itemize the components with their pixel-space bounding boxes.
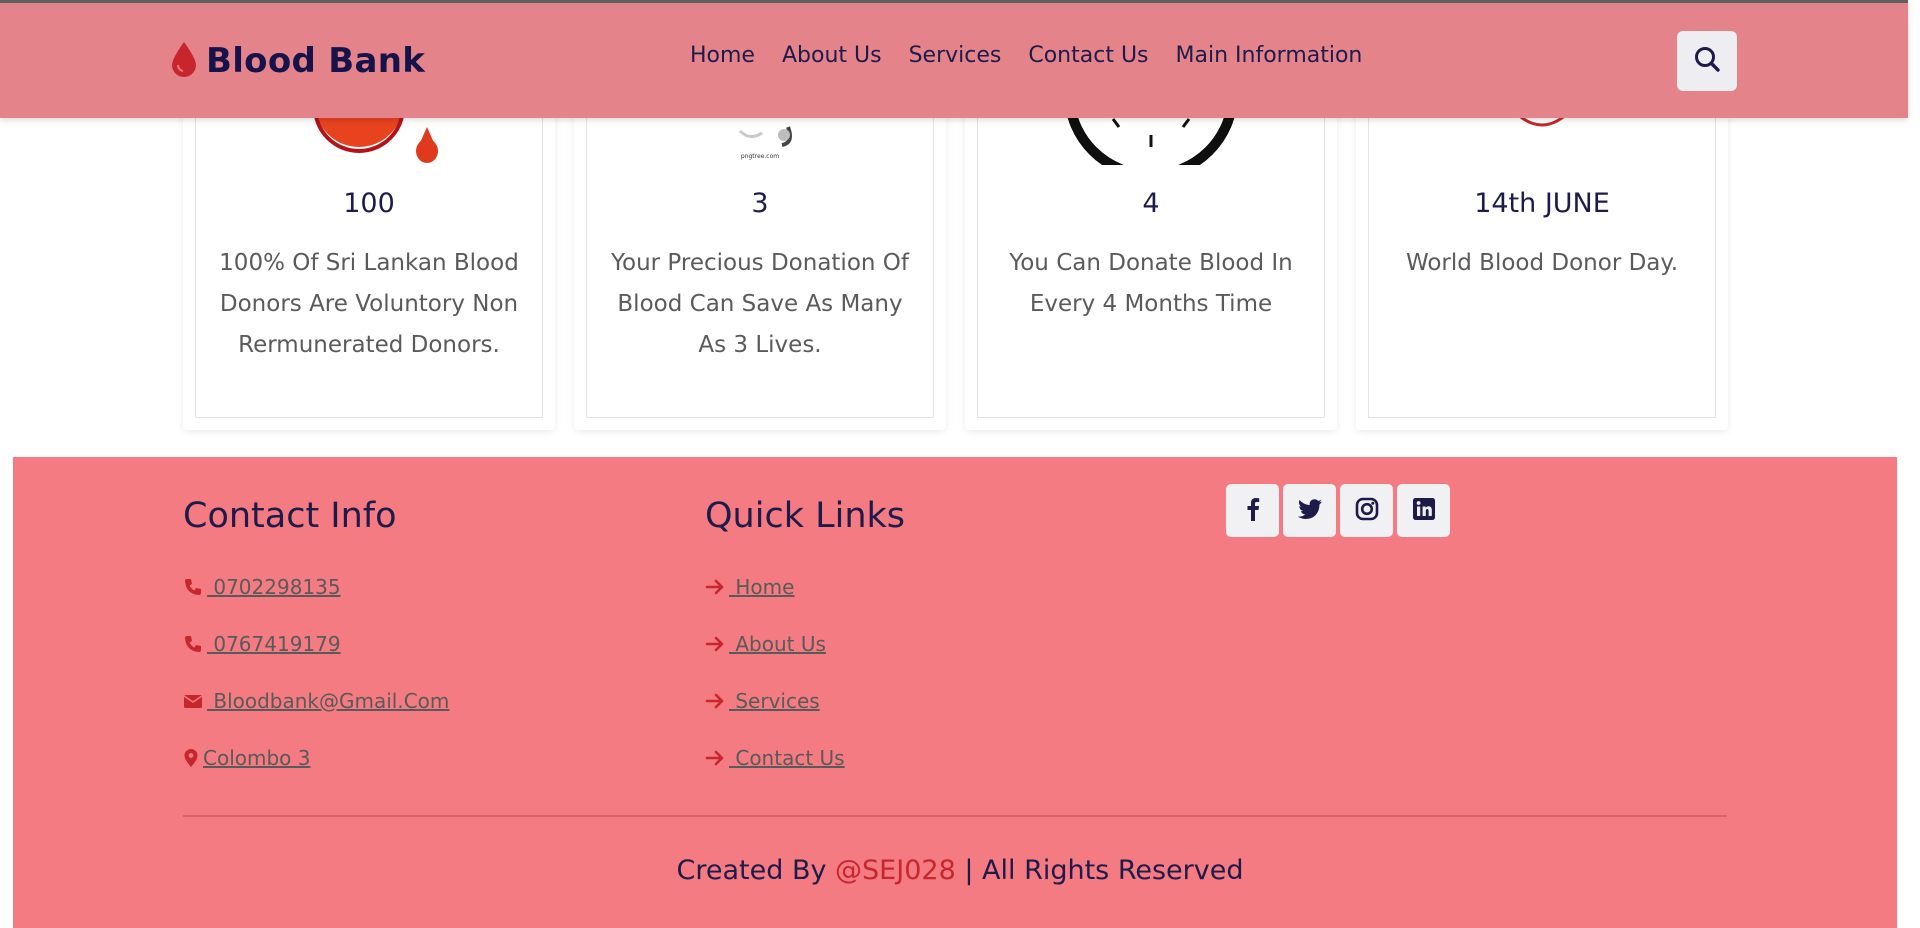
phone-icon [183,634,203,654]
arrow-right-icon [705,634,725,654]
image-caption: pngtree.com [740,153,780,160]
arrow-right-icon [705,691,725,711]
arrow-right-icon [705,577,725,597]
search-icon [1693,45,1721,77]
nav-main-information[interactable]: Main Information [1176,43,1363,68]
footer-divider [183,815,1727,817]
twitter-button[interactable] [1283,484,1336,537]
instagram-icon [1353,495,1381,527]
stat-description: Your Precious Donation Of Blood Can Save… [611,250,909,358]
instagram-button[interactable] [1340,484,1393,537]
social-links [1226,484,1454,537]
contact-phone-2[interactable]: 0767419179 [183,632,341,656]
stat-card-donor-day: 14th JUNE World Blood Donor Day. [1356,80,1728,430]
blood-drop-icon [170,40,206,82]
contact-address[interactable]: Colombo 3 [183,746,311,770]
credit-prefix: Created By [676,855,836,886]
contact-phone-1[interactable]: 0702298135 [183,575,341,599]
search-button[interactable] [1677,31,1737,91]
stat-value: 14th JUNE [1474,188,1610,219]
nav-about-us[interactable]: About Us [782,43,882,68]
stat-card-lives: pngtree.com 3 Your Precious Donation Of … [574,80,946,430]
contact-phone-text: 0702298135 [207,575,341,599]
stat-value: 100 [343,188,395,219]
stat-card-border: 4 You Can Donate Blood In Every 4 Months… [977,92,1325,418]
linkedin-button[interactable] [1397,484,1450,537]
arrow-right-icon [705,748,725,768]
stat-value: 4 [1142,188,1160,219]
quick-link-about-us[interactable]: About Us [705,632,826,656]
quick-link-text: Contact Us [729,746,845,770]
facebook-button[interactable] [1226,484,1279,537]
linkedin-icon [1410,495,1438,527]
logo-text: Blood Bank [206,41,426,81]
contact-phone-text: 0767419179 [207,632,341,656]
logo[interactable]: Blood Bank [170,37,425,85]
stat-card-border: pngtree.com 3 Your Precious Donation Of … [586,92,934,418]
contact-info-title: Contact Info [183,496,397,536]
credit-suffix: | All Rights Reserved [955,855,1244,886]
quick-link-text: About Us [729,632,826,656]
stat-card-border: 14th JUNE World Blood Donor Day. [1368,92,1716,418]
quick-link-text: Services [729,689,820,713]
nav-services[interactable]: Services [909,43,1002,68]
stat-card-donors: 100 100% Of Sri Lankan Blood Donors Are … [183,80,555,430]
main-nav: Home About Us Services Contact Us Main I… [690,43,1389,68]
map-pin-icon [183,748,199,768]
credit-handle-link[interactable]: @SEJ028 [835,855,956,886]
quick-link-contact-us[interactable]: Contact Us [705,746,845,770]
quick-link-services[interactable]: Services [705,689,820,713]
contact-email[interactable]: Bloodbank@Gmail.Com [183,689,449,713]
stat-value: 3 [751,188,769,219]
envelope-icon [183,691,203,711]
stat-description: World Blood Donor Day. [1405,250,1679,276]
quick-link-text: Home [729,575,795,599]
stat-description: 100% Of Sri Lankan Blood Donors Are Volu… [219,250,519,358]
quick-links-title: Quick Links [705,496,906,536]
quick-link-home[interactable]: Home [705,575,794,599]
footer-credit: Created By @SEJ028 | All Rights Reserved [0,855,1920,886]
facebook-icon [1239,495,1267,527]
stat-card-months: 4 You Can Donate Blood In Every 4 Months… [965,80,1337,430]
stat-description: You Can Donate Blood In Every 4 Months T… [1009,250,1293,317]
site-header: Blood Bank Home About Us Services Contac… [0,0,1908,118]
stat-card-border: 100 100% Of Sri Lankan Blood Donors Are … [195,92,543,418]
nav-contact-us[interactable]: Contact Us [1028,43,1148,68]
phone-icon [183,577,203,597]
nav-home[interactable]: Home [690,43,755,68]
twitter-icon [1296,495,1324,527]
contact-address-text: Colombo 3 [203,746,311,770]
contact-email-text: Bloodbank@Gmail.Com [207,689,450,713]
